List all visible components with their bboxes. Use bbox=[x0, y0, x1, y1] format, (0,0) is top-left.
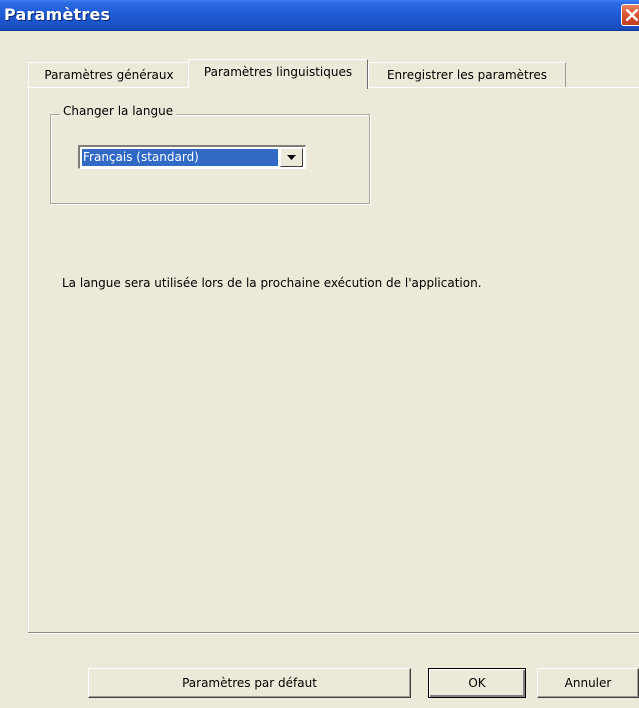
defaults-button-label: Paramètres par défaut bbox=[182, 676, 317, 690]
ok-button-label: OK bbox=[468, 676, 486, 690]
tab-general-settings[interactable]: Paramètres généraux bbox=[28, 62, 190, 87]
cancel-button-label: Annuler bbox=[564, 676, 612, 690]
cancel-button[interactable]: Annuler bbox=[537, 668, 639, 698]
language-group-label: Changer la langue bbox=[60, 104, 177, 118]
language-dropdown-button[interactable] bbox=[280, 148, 303, 167]
window-title: Paramètres bbox=[4, 5, 111, 24]
language-select-value: Français (standard) bbox=[82, 149, 278, 166]
tab-strip: Paramètres généraux Paramètres linguisti… bbox=[0, 59, 639, 89]
language-info-text: La langue sera utilisée lors de la proch… bbox=[62, 276, 482, 290]
defaults-button[interactable]: Paramètres par défaut bbox=[88, 668, 411, 698]
ok-button[interactable]: OK bbox=[428, 668, 526, 698]
close-icon bbox=[626, 9, 638, 21]
title-bar[interactable]: Paramètres bbox=[0, 0, 639, 31]
chevron-down-icon bbox=[287, 155, 296, 160]
tab-general-settings-label: Paramètres généraux bbox=[44, 68, 174, 82]
tab-save-settings-label: Enregistrer les paramètres bbox=[386, 68, 548, 82]
tab-save-settings[interactable]: Enregistrer les paramètres bbox=[368, 62, 566, 87]
settings-window: Paramètres Paramètres généraux Paramètre… bbox=[0, 0, 639, 708]
language-select[interactable]: Français (standard) bbox=[78, 145, 306, 169]
close-button[interactable] bbox=[621, 4, 639, 26]
tab-language-settings-label: Paramètres linguistiques bbox=[203, 65, 353, 79]
tab-language-settings[interactable]: Paramètres linguistiques bbox=[188, 59, 368, 89]
